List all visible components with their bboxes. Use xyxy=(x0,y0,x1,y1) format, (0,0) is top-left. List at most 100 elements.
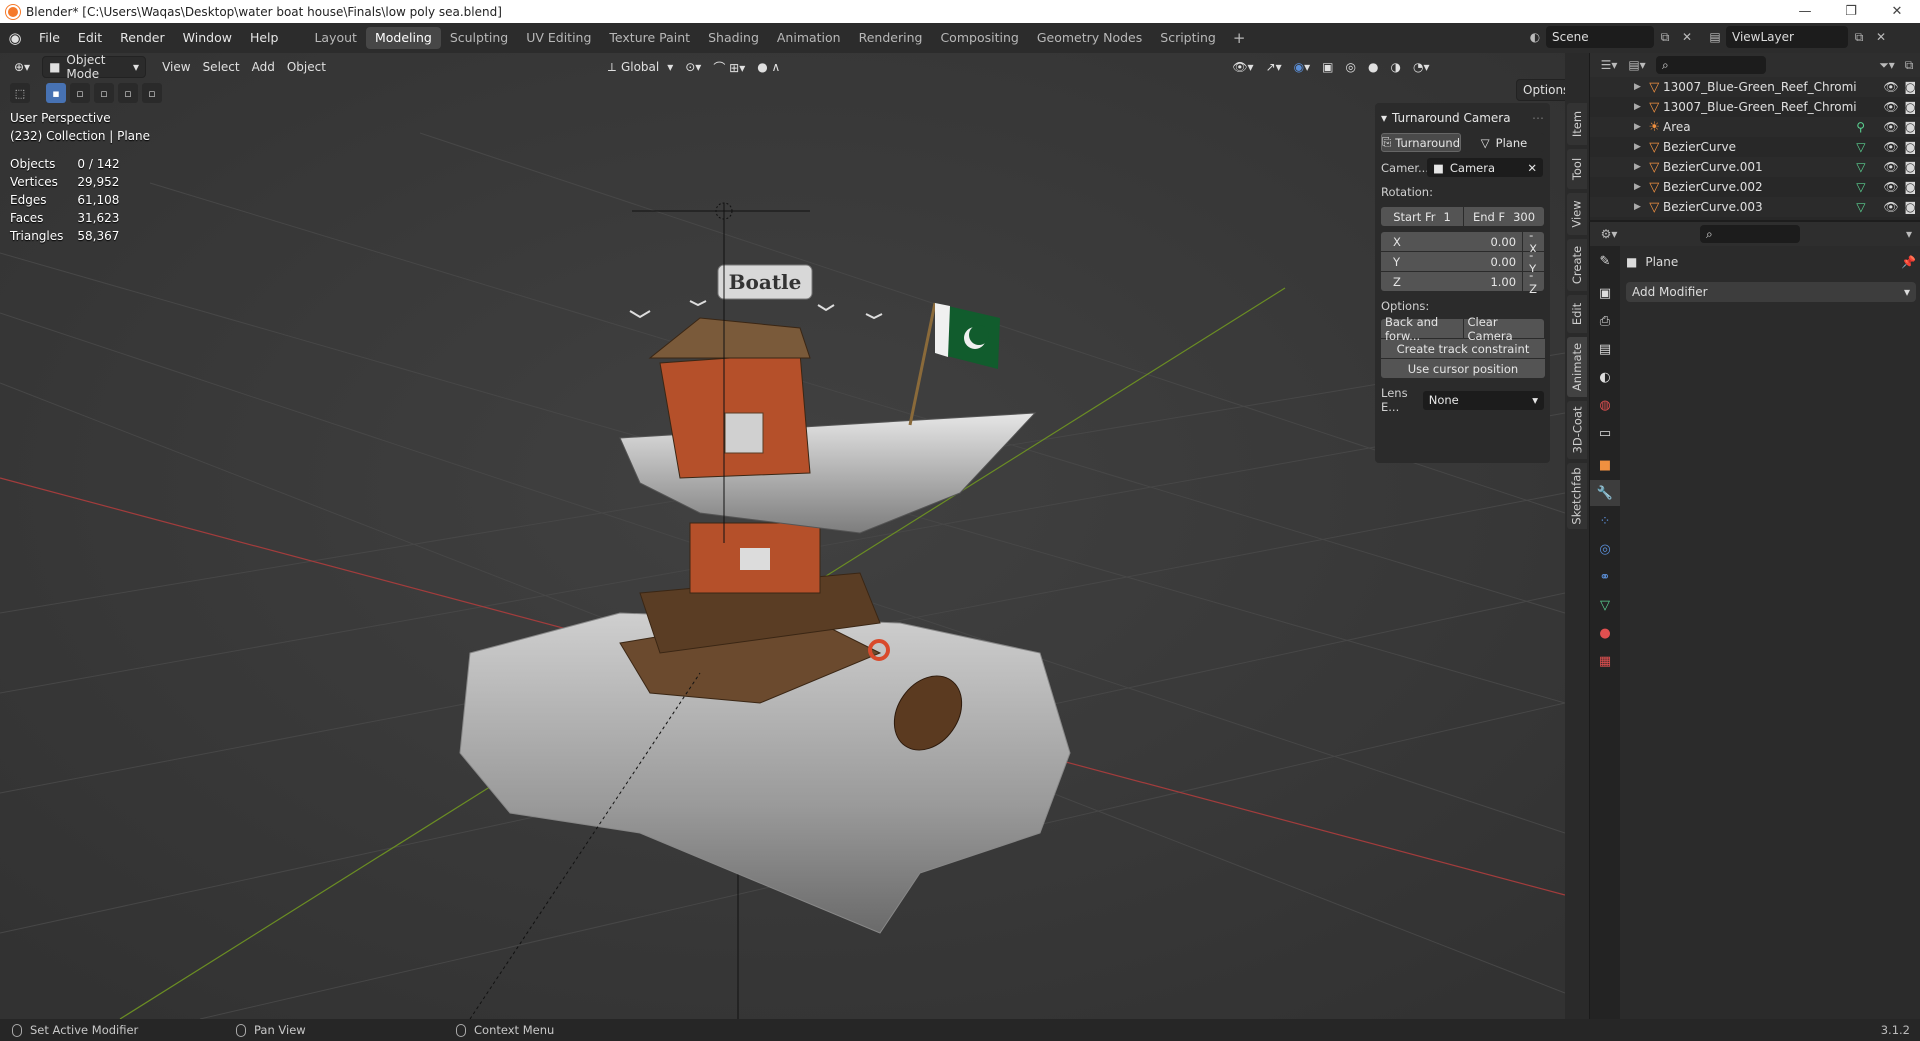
shading-solid-icon[interactable]: ● xyxy=(1362,56,1384,78)
properties-search-input[interactable]: ⌕ xyxy=(1700,225,1800,243)
scene-field[interactable]: Scene xyxy=(1546,26,1654,48)
tab-sketchfab[interactable]: Sketchfab xyxy=(1567,463,1587,529)
menu-render[interactable]: Render xyxy=(111,23,174,53)
world-tab-icon[interactable]: ◍ xyxy=(1590,392,1620,418)
expand-arrow-icon[interactable]: ▶ xyxy=(1634,202,1646,212)
expand-arrow-icon[interactable]: ▶ xyxy=(1634,82,1646,92)
rotation-y-field[interactable]: Y 0.00 xyxy=(1381,252,1523,271)
tab-geometry-nodes[interactable]: Geometry Nodes xyxy=(1028,27,1151,49)
properties-editor-icon[interactable]: ⚙▾ xyxy=(1598,223,1620,245)
overlay-icon[interactable]: ◉ ▾ xyxy=(1288,56,1317,78)
tab-item[interactable]: Item xyxy=(1567,103,1587,145)
outliner-row[interactable]: ▶ ▽ 13007_Blue-Green_Reef_Chromis_v 👁 ◙ xyxy=(1590,77,1920,97)
menu-object[interactable]: Object xyxy=(281,56,332,78)
select-subtract-icon[interactable]: ▫ xyxy=(94,83,114,103)
menu-help[interactable]: Help xyxy=(241,23,288,53)
shading-wireframe-icon[interactable]: ◎ xyxy=(1340,56,1362,78)
negate-z-button[interactable]: -Z xyxy=(1523,268,1544,296)
new-view-layer-icon[interactable]: ⧉ xyxy=(1848,26,1870,48)
collection-tab-icon[interactable]: ▭ xyxy=(1590,420,1620,446)
scene-icon[interactable]: ◐ xyxy=(1524,26,1546,48)
menu-add[interactable]: Add xyxy=(246,56,281,78)
minimize-button[interactable]: — xyxy=(1782,0,1828,23)
tab-animation[interactable]: Animation xyxy=(768,27,850,49)
tab-texture-paint[interactable]: Texture Paint xyxy=(600,27,699,49)
plane-tab[interactable]: ▽ Plane xyxy=(1464,133,1544,152)
outliner-editor-icon[interactable]: ☰▾ xyxy=(1598,54,1620,76)
select-intersect-icon[interactable]: ▫ xyxy=(142,83,162,103)
render-camera-icon[interactable]: ◙ xyxy=(1901,80,1920,94)
restore-button[interactable]: ❐ xyxy=(1828,0,1874,23)
select-tool-icon[interactable]: ⬚ xyxy=(10,83,30,103)
view-layer-field[interactable]: ViewLayer xyxy=(1726,26,1848,48)
tab-compositing[interactable]: Compositing xyxy=(931,27,1027,49)
shading-rendered-icon[interactable]: ◔▾ xyxy=(1407,56,1436,78)
close-button[interactable]: ✕ xyxy=(1874,0,1920,23)
render-camera-icon[interactable]: ◙ xyxy=(1901,140,1920,154)
expand-arrow-icon[interactable]: ▶ xyxy=(1634,162,1646,172)
add-workspace-button[interactable]: + xyxy=(1225,29,1254,47)
filter-icon[interactable]: ⏷▾ xyxy=(1876,54,1898,76)
tab-tool[interactable]: Tool xyxy=(1567,149,1587,189)
render-camera-icon[interactable]: ◙ xyxy=(1901,200,1920,214)
new-collection-icon[interactable]: ⧉ xyxy=(1898,54,1920,76)
visibility-icon[interactable]: 👁▾ xyxy=(1226,56,1259,78)
tab-sculpting[interactable]: Sculpting xyxy=(441,27,517,49)
remove-scene-icon[interactable]: ✕ xyxy=(1676,26,1698,48)
tab-animate[interactable]: Animate xyxy=(1567,337,1587,397)
pin-icon[interactable]: 📌 xyxy=(1901,255,1916,269)
select-new-icon[interactable]: ▪ xyxy=(46,83,66,103)
shading-material-icon[interactable]: ◑ xyxy=(1384,56,1406,78)
constraints-tab-icon[interactable]: ⚭ xyxy=(1590,564,1620,590)
tab-edit[interactable]: Edit xyxy=(1567,295,1587,333)
expand-arrow-icon[interactable]: ▶ xyxy=(1634,102,1646,112)
select-invert-icon[interactable]: ▫ xyxy=(118,83,138,103)
tab-3d-coat[interactable]: 3D-Coat xyxy=(1567,401,1587,459)
eye-icon[interactable]: 👁 xyxy=(1881,160,1900,174)
outliner-row[interactable]: ▶ ▽ BezierCurve.001 ▽ 👁 ◙ xyxy=(1590,157,1920,177)
tab-rendering[interactable]: Rendering xyxy=(850,27,932,49)
create-track-constraint-button[interactable]: Create track constraint xyxy=(1381,339,1545,358)
pivot-icon[interactable]: ⊙▾ xyxy=(679,56,707,78)
clear-icon[interactable]: ✕ xyxy=(1527,161,1537,175)
use-cursor-position-button[interactable]: Use cursor position xyxy=(1381,359,1545,378)
outliner-row[interactable]: ▶ ▽ BezierCurve.002 ▽ 👁 ◙ xyxy=(1590,177,1920,197)
lens-dropdown[interactable]: None ▾ xyxy=(1422,390,1544,410)
render-camera-icon[interactable]: ◙ xyxy=(1901,180,1920,194)
outliner-row[interactable]: ▶ ☀ Area ⚲ 👁 ◙ xyxy=(1590,117,1920,137)
tab-scripting[interactable]: Scripting xyxy=(1151,27,1225,49)
xray-icon[interactable]: ▣ xyxy=(1316,56,1339,78)
expand-arrow-icon[interactable]: ▶ xyxy=(1634,182,1646,192)
render-camera-icon[interactable]: ◙ xyxy=(1901,160,1920,174)
eye-icon[interactable]: 👁 xyxy=(1881,120,1900,134)
drag-handle-icon[interactable]: ⋯ xyxy=(1532,111,1544,125)
tab-layout[interactable]: Layout xyxy=(305,27,366,49)
menu-file[interactable]: File xyxy=(30,23,69,53)
eye-icon[interactable]: 👁 xyxy=(1881,180,1900,194)
end-frame-field[interactable]: End F 300 xyxy=(1464,207,1544,226)
outliner-row[interactable]: ▶ ▽ BezierCurve.003 ▽ 👁 ◙ xyxy=(1590,197,1920,217)
start-frame-field[interactable]: Start Fr 1 xyxy=(1381,207,1463,226)
turnaround-tab[interactable]: ⎘ Turnaround xyxy=(1381,133,1461,152)
object-tab-icon[interactable]: ■ xyxy=(1590,452,1620,478)
rotation-x-field[interactable]: X 0.00 xyxy=(1381,232,1523,251)
output-tab-icon[interactable]: ⎙ xyxy=(1590,308,1620,334)
orientation-dropdown[interactable]: ⟂ Global ▾ xyxy=(602,56,679,78)
3d-viewport[interactable]: Boatle ⊕▾ ■ Object Mode ▾ View Select Ad… xyxy=(0,53,1565,1019)
eye-icon[interactable]: 👁 xyxy=(1881,100,1900,114)
menu-window[interactable]: Window xyxy=(174,23,241,53)
menu-view[interactable]: View xyxy=(156,56,196,78)
particles-tab-icon[interactable]: ⁘ xyxy=(1590,508,1620,534)
physics-tab-icon[interactable]: ◎ xyxy=(1590,536,1620,562)
eye-icon[interactable]: 👁 xyxy=(1881,140,1900,154)
add-modifier-dropdown[interactable]: Add Modifier ▾ xyxy=(1626,282,1916,302)
outliner-search-input[interactable]: ⌕ xyxy=(1656,56,1766,74)
options-dropdown[interactable]: Options ▾ xyxy=(1516,79,1565,101)
outliner-row[interactable]: ▶ ▽ 13007_Blue-Green_Reef_Chromis_v 👁 ◙ xyxy=(1590,97,1920,117)
data-tab-icon[interactable]: ▽ xyxy=(1590,592,1620,618)
remove-view-layer-icon[interactable]: ✕ xyxy=(1870,26,1892,48)
chevron-down-icon[interactable]: ▾ xyxy=(1898,223,1920,245)
snap-icon[interactable]: ⌒ ⊞▾ xyxy=(707,56,751,78)
gizmo-icon[interactable]: ↗▾ xyxy=(1260,56,1288,78)
menu-edit[interactable]: Edit xyxy=(69,23,111,53)
